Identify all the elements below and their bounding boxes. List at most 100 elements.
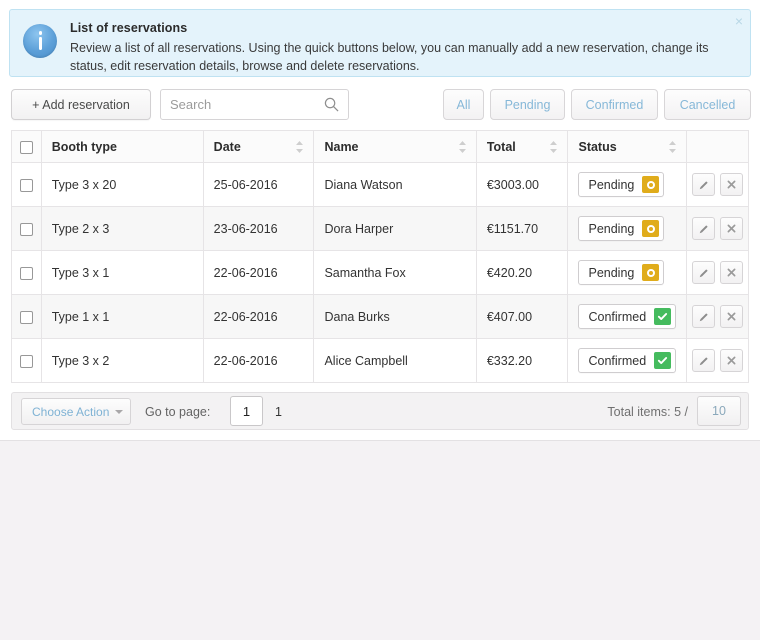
- row-select-cell: [11, 162, 42, 207]
- row-checkbox[interactable]: [19, 354, 33, 368]
- row-select-cell: [11, 206, 42, 251]
- cell-status: Pending: [567, 162, 688, 207]
- info-banner: List of reservations Review a list of al…: [9, 9, 751, 77]
- delete-row-button[interactable]: [720, 305, 744, 328]
- filter-button-pending[interactable]: Pending: [490, 89, 565, 120]
- pencil-icon: [699, 224, 708, 233]
- magnifier-icon[interactable]: [324, 97, 339, 112]
- status-pending-icon: [642, 220, 660, 237]
- column-header-actions: [686, 130, 749, 163]
- column-header-status[interactable]: Status: [567, 130, 688, 163]
- cell-total: €420.20: [475, 250, 569, 295]
- sort-icon[interactable]: [668, 140, 677, 154]
- table-footer: Choose Action Go to page: 1 Total items:…: [11, 392, 749, 430]
- pencil-icon: [699, 312, 708, 321]
- status-pending-icon: [642, 176, 660, 193]
- table-row: Type 3 x 1 22-06-2016 Samantha Fox €420.20 P…: [11, 250, 749, 295]
- per-page-selector[interactable]: 10: [697, 396, 741, 426]
- sort-icon[interactable]: [458, 140, 467, 154]
- cell-total: €3003.00: [475, 162, 569, 207]
- delete-row-button[interactable]: [720, 173, 744, 196]
- filter-button-confirmed[interactable]: Confirmed: [571, 89, 658, 120]
- cell-date: 22-06-2016: [202, 294, 315, 339]
- column-header-total[interactable]: Total: [475, 130, 569, 163]
- page-number-1[interactable]: 1: [275, 405, 282, 419]
- choose-action-label: Choose Action: [32, 404, 110, 419]
- edit-row-button[interactable]: [692, 173, 716, 196]
- close-x-icon: [727, 356, 736, 365]
- cell-actions: [686, 206, 749, 251]
- cell-name: Alice Campbell: [313, 338, 477, 383]
- cell-booth-type: Type 2 x 3: [40, 206, 204, 251]
- row-checkbox[interactable]: [19, 222, 33, 236]
- status-pending-icon: [642, 264, 660, 281]
- edit-row-button[interactable]: [692, 349, 716, 372]
- cell-actions: [686, 294, 749, 339]
- add-reservation-button[interactable]: + Add reservation: [11, 89, 151, 120]
- delete-row-button[interactable]: [720, 217, 744, 240]
- column-label: Name: [324, 139, 359, 154]
- info-icon: [23, 24, 57, 58]
- table-row: Type 2 x 3 23-06-2016 Dora Harper €1151.70 P…: [11, 206, 749, 251]
- cell-total: €1151.70: [475, 206, 569, 251]
- row-checkbox[interactable]: [19, 266, 33, 280]
- search-input[interactable]: [161, 90, 321, 119]
- row-checkbox[interactable]: [19, 178, 33, 192]
- close-x-icon: [727, 268, 736, 277]
- row-select-cell: [11, 338, 42, 383]
- go-to-page-input[interactable]: [230, 396, 263, 426]
- choose-action-dropdown[interactable]: Choose Action: [21, 398, 131, 425]
- table-row: Type 3 x 2 22-06-2016 Alice Campbell €332.2…: [11, 338, 749, 383]
- edit-row-button[interactable]: [692, 305, 716, 328]
- cell-actions: [686, 338, 749, 383]
- table-row: Type 1 x 1 22-06-2016 Dana Burks €407.00 Con…: [11, 294, 749, 339]
- column-header-name[interactable]: Name: [313, 130, 477, 163]
- select-all-checkbox[interactable]: [19, 140, 33, 154]
- cell-status: Confirmed: [567, 338, 688, 383]
- column-header-booth-type[interactable]: Booth type: [40, 130, 204, 163]
- status-label: Confirmed: [588, 309, 647, 324]
- reservations-panel: List of reservations Review a list of al…: [0, 0, 760, 441]
- pencil-icon: [699, 356, 708, 365]
- close-icon[interactable]: ×: [735, 14, 743, 28]
- row-select-cell: [11, 294, 42, 339]
- search-box[interactable]: [160, 89, 349, 120]
- table-header: Booth type Date Name Total Status: [11, 130, 749, 163]
- cell-total: €407.00: [475, 294, 569, 339]
- status-badge[interactable]: Confirmed: [578, 304, 677, 329]
- cell-booth-type: Type 1 x 1: [40, 294, 204, 339]
- status-label: Pending: [588, 265, 635, 280]
- select-all-header: [11, 130, 42, 163]
- status-badge[interactable]: Confirmed: [578, 348, 677, 373]
- filter-button-cancelled[interactable]: Cancelled: [664, 89, 751, 120]
- cell-booth-type: Type 3 x 2: [40, 338, 204, 383]
- cell-status: Pending: [567, 206, 688, 251]
- delete-row-button[interactable]: [720, 349, 744, 372]
- reservations-table: Booth type Date Name Total Status Type 3…: [11, 130, 749, 383]
- table-body: Type 3 x 20 25-06-2016 Diana Watson €3003.0…: [11, 162, 749, 383]
- status-badge[interactable]: Pending: [578, 260, 665, 285]
- banner-description: Review a list of all reservations. Using…: [70, 41, 709, 73]
- column-label: Booth type: [51, 139, 117, 154]
- status-badge[interactable]: Pending: [578, 216, 665, 241]
- close-x-icon: [727, 224, 736, 233]
- row-checkbox[interactable]: [19, 310, 33, 324]
- table-header-row: Booth type Date Name Total Status: [11, 130, 749, 163]
- edit-row-button[interactable]: [692, 217, 716, 240]
- cell-name: Dana Burks: [313, 294, 477, 339]
- sort-icon[interactable]: [295, 140, 304, 154]
- edit-row-button[interactable]: [692, 261, 716, 284]
- status-label: Pending: [588, 177, 635, 192]
- sort-icon[interactable]: [549, 140, 558, 154]
- toolbar: + Add reservation All Pending Confirmed …: [0, 89, 760, 121]
- cell-total: €332.20: [475, 338, 569, 383]
- column-header-date[interactable]: Date: [202, 130, 315, 163]
- status-confirmed-icon: [654, 308, 672, 325]
- pencil-icon: [699, 180, 708, 189]
- status-badge[interactable]: Pending: [578, 172, 665, 197]
- delete-row-button[interactable]: [720, 261, 744, 284]
- go-to-page-label: Go to page:: [145, 405, 211, 419]
- filter-button-all[interactable]: All: [443, 89, 484, 120]
- total-items-label: Total items: 5 /: [607, 405, 688, 419]
- cell-actions: [686, 250, 749, 295]
